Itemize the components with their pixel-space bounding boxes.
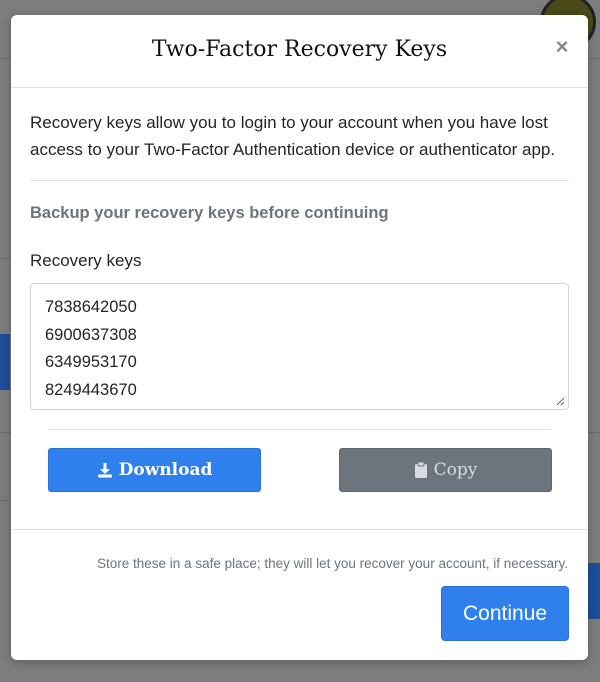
modal-footer-divider xyxy=(11,529,588,530)
recovery-key: 7838642050 xyxy=(45,298,137,316)
download-icon xyxy=(97,463,112,478)
modal-header: Two-Factor Recovery Keys × xyxy=(11,15,588,88)
recovery-keys-textarea[interactable]: 7838642050 6900637308 6349953170 8249443… xyxy=(30,283,569,410)
recovery-keys-label: Recovery keys xyxy=(30,251,142,270)
background-divider xyxy=(588,58,600,59)
background-divider xyxy=(0,58,10,59)
recovery-key: 6349953170 xyxy=(45,353,137,371)
copy-label: Copy xyxy=(433,460,478,480)
footer-note: Store these in a safe place; they will l… xyxy=(97,556,568,571)
download-label: Download xyxy=(118,460,213,480)
continue-button[interactable]: Continue xyxy=(441,586,569,641)
copy-button[interactable]: Copy xyxy=(339,448,552,492)
background-divider xyxy=(0,258,10,259)
background-divider xyxy=(0,500,10,501)
background-divider xyxy=(588,432,600,433)
background-button-fragment xyxy=(588,563,600,619)
recovery-key: 8249443670 xyxy=(45,380,137,399)
clipboard-icon xyxy=(414,461,427,478)
recovery-key: 6900637308 xyxy=(45,325,137,344)
divider xyxy=(30,180,569,181)
close-icon[interactable]: × xyxy=(551,35,573,59)
download-button[interactable]: Download xyxy=(48,448,261,492)
modal-title: Two-Factor Recovery Keys xyxy=(151,37,448,62)
resize-handle-icon[interactable] xyxy=(556,397,565,406)
divider xyxy=(48,429,551,430)
intro-text: Recovery keys allow you to login to your… xyxy=(30,113,556,159)
recovery-keys-modal: Two-Factor Recovery Keys × Recovery keys… xyxy=(11,15,588,660)
background-divider xyxy=(0,432,10,433)
background-button-fragment xyxy=(0,334,10,390)
backup-heading: Backup your recovery keys before continu… xyxy=(30,204,389,222)
